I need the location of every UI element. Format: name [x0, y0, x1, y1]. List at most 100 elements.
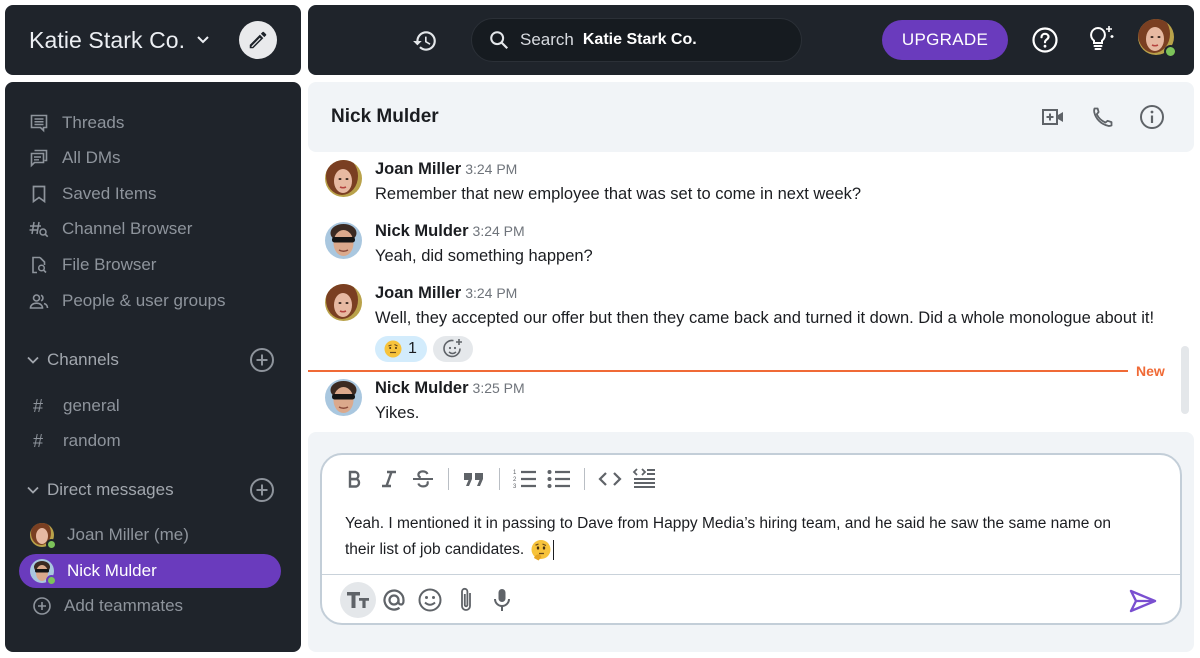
add-dm-button[interactable]	[249, 477, 275, 503]
message-composer[interactable]: 123 Yeah. I mentioned it in passing to D…	[320, 453, 1182, 625]
dm-label: Nick Mulder	[67, 561, 157, 580]
sidebar-item-threads[interactable]: Threads	[29, 109, 124, 137]
presence-indicator	[46, 539, 57, 550]
channel-item-random[interactable]: # random	[33, 428, 121, 454]
dm-item-nick-mulder[interactable]: Nick Mulder	[19, 554, 281, 588]
plus-circle-icon	[250, 478, 274, 502]
dm-section-header[interactable]: Direct messages	[25, 475, 275, 505]
toolbar-divider	[584, 468, 585, 490]
message-input[interactable]: Yeah. I mentioned it in passing to Dave …	[345, 511, 1145, 563]
chevron-down-icon[interactable]	[195, 32, 211, 48]
svg-text:1: 1	[513, 470, 517, 476]
svg-text:3: 3	[513, 484, 517, 490]
code-icon	[598, 472, 622, 486]
composer-tools	[340, 582, 520, 618]
help-circle-icon	[1032, 27, 1058, 53]
presence-indicator	[1164, 45, 1177, 58]
add-channel-button[interactable]	[249, 347, 275, 373]
phone-call-button[interactable]	[1090, 104, 1116, 130]
search-label: Search	[520, 30, 574, 49]
sidebar-item-label: Saved Items	[62, 184, 157, 203]
tips-button[interactable]	[1086, 23, 1118, 55]
strikethrough-button[interactable]	[410, 466, 436, 492]
profile-avatar[interactable]	[1137, 18, 1177, 58]
text-format-icon	[347, 592, 369, 608]
dm-label: Joan Miller (me)	[67, 525, 189, 544]
sidebar-item-file-browser[interactable]: File Browser	[29, 251, 156, 279]
ordered-list-button[interactable]: 123	[512, 466, 538, 492]
channels-section-header[interactable]: Channels	[25, 345, 275, 375]
quote-button[interactable]	[461, 466, 487, 492]
message-author[interactable]: Nick Mulder	[375, 379, 469, 397]
send-button[interactable]	[1128, 586, 1158, 616]
formatting-toolbar: 123	[342, 465, 665, 493]
add-emoji-icon	[443, 339, 462, 358]
upgrade-button[interactable]: UPGRADE	[882, 20, 1008, 60]
code-block-icon	[632, 468, 655, 488]
help-button[interactable]	[1031, 26, 1059, 54]
message-text: Well, they accepted our offer but then t…	[375, 309, 1155, 327]
user-avatar-joan	[325, 284, 362, 321]
chevron-down-icon	[27, 486, 39, 494]
code-button[interactable]	[597, 466, 623, 492]
user-avatar-joan	[325, 160, 362, 197]
microphone-button[interactable]	[484, 582, 520, 618]
reaction-chip[interactable]: 1	[375, 336, 427, 362]
sidebar-item-channel-browser[interactable]: Channel Browser	[29, 215, 192, 243]
bulleted-list-icon	[547, 470, 570, 488]
text-format-button[interactable]	[340, 582, 376, 618]
avatar	[30, 523, 57, 550]
mention-button[interactable]	[376, 582, 412, 618]
dm-item-joan-miller[interactable]: Joan Miller (me)	[19, 518, 281, 552]
bookmark-icon	[29, 184, 49, 204]
bold-icon	[348, 470, 361, 488]
svg-text:2: 2	[513, 477, 517, 483]
search-input[interactable]: Search Katie Stark Co.	[471, 18, 802, 62]
emoji-icon	[418, 588, 442, 612]
attach-button[interactable]	[448, 582, 484, 618]
raised-eyebrow-emoji-icon	[384, 340, 402, 358]
plus-circle-icon	[250, 348, 274, 372]
channel-item-general[interactable]: # general	[33, 393, 120, 419]
video-call-button[interactable]	[1040, 104, 1066, 130]
sidebar-item-saved-items[interactable]: Saved Items	[29, 180, 157, 208]
history-icon	[413, 31, 436, 51]
toolbar-divider	[448, 468, 449, 490]
all-dms-icon	[29, 148, 49, 168]
conversation-header: Nick Mulder	[308, 82, 1194, 152]
code-block-button[interactable]	[631, 466, 657, 492]
draft-text: Yeah. I mentioned it in passing to Dave …	[345, 515, 1111, 558]
sidebar-item-label: Threads	[62, 113, 125, 132]
sidebar-item-label: All DMs	[62, 148, 121, 167]
info-button[interactable]	[1139, 104, 1165, 130]
channel-label: random	[63, 431, 121, 450]
avatar	[30, 559, 57, 586]
new-messages-divider	[308, 370, 1128, 372]
at-mention-icon	[383, 589, 405, 611]
bulleted-list-button[interactable]	[546, 466, 572, 492]
send-icon	[1129, 589, 1157, 613]
ordered-list-icon: 123	[513, 470, 536, 490]
bold-button[interactable]	[342, 466, 368, 492]
message-author[interactable]: Joan Miller	[375, 284, 461, 302]
message-text: Remember that new employee that was set …	[375, 185, 862, 203]
italic-button[interactable]	[376, 466, 402, 492]
sidebar-item-all-dms[interactable]: All DMs	[29, 144, 121, 172]
sidebar-item-label: File Browser	[62, 255, 157, 274]
add-reaction-button[interactable]	[433, 336, 473, 362]
compose-button[interactable]	[239, 21, 277, 59]
emoji-button[interactable]	[412, 582, 448, 618]
history-button[interactable]	[411, 27, 439, 55]
lightbulb-sparkle-icon	[1090, 26, 1114, 50]
conversation-title: Nick Mulder	[331, 106, 439, 127]
sidebar: Threads All DMs Saved Items Channel Brow…	[5, 82, 301, 652]
text-caret	[553, 539, 555, 560]
strikethrough-icon	[413, 470, 433, 488]
messages-scrollbar[interactable]	[1181, 346, 1189, 414]
add-teammates-button[interactable]: Add teammates	[32, 592, 183, 620]
composer-area: 123 Yeah. I mentioned it in passing to D…	[308, 432, 1194, 652]
sidebar-item-people[interactable]: People & user groups	[29, 287, 226, 315]
message-author[interactable]: Joan Miller	[375, 160, 461, 178]
message-author[interactable]: Nick Mulder	[375, 222, 469, 240]
workspace-name[interactable]: Katie Stark Co.	[29, 27, 185, 54]
